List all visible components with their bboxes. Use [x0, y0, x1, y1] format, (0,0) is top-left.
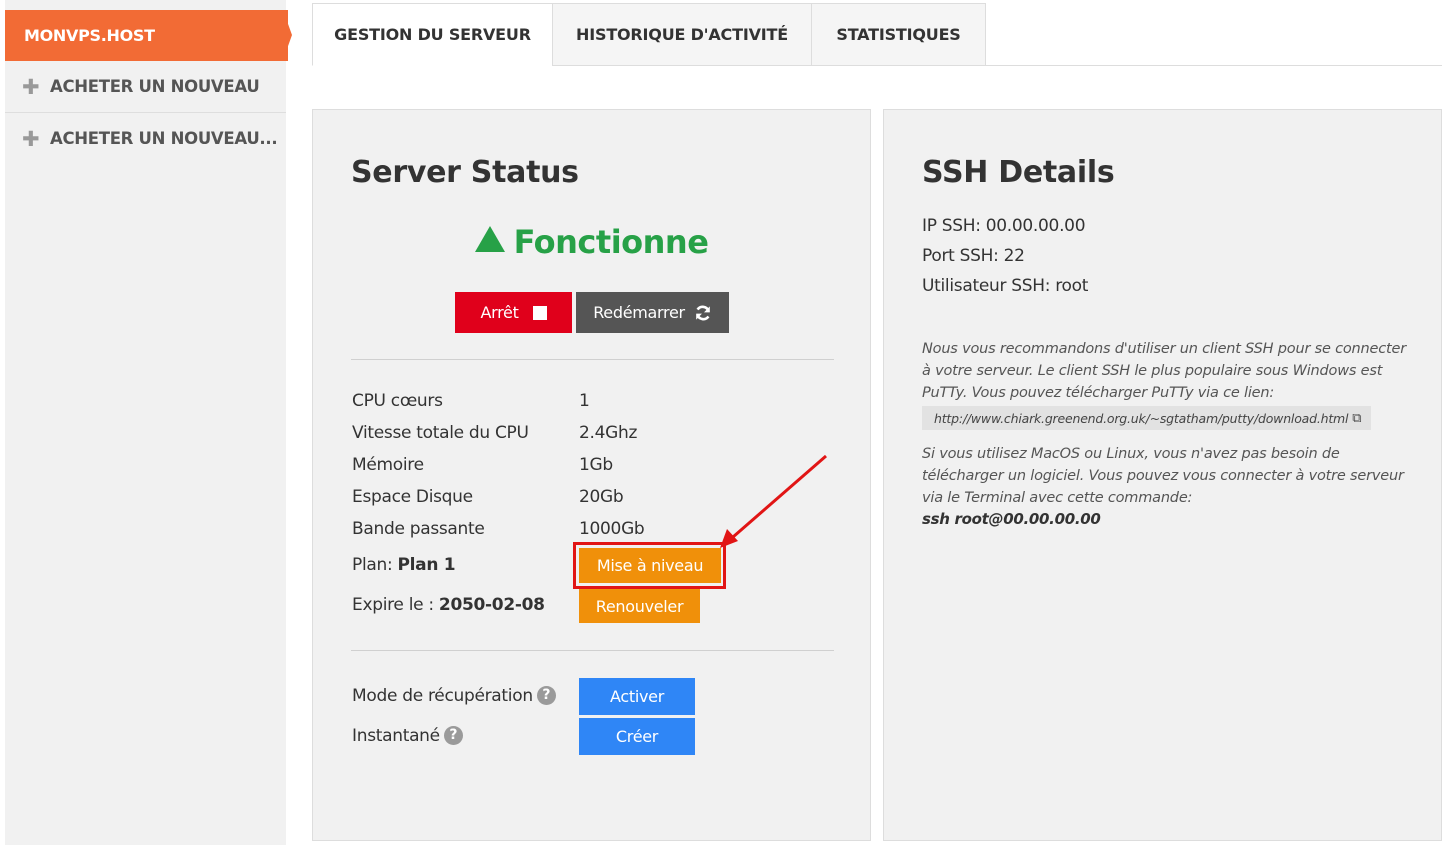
create-label: Créer [615, 727, 659, 746]
spec-label-disk: Espace Disque [352, 487, 473, 507]
sidebar: MONVPS.HOST ✚ ACHETER UN NOUVEAU ✚ ACHET… [5, 0, 288, 845]
tab-server-management[interactable]: GESTION DU SERVEUR [312, 3, 553, 66]
ssh-details-panel: SSH Details IP SSH: 00.00.00.00 Port SSH… [883, 109, 1442, 841]
ssh-note-unix: Si vous utilisez MacOS ou Linux, vous n'… [922, 446, 1404, 506]
restart-label: Redémarrer [593, 303, 685, 322]
brand-item[interactable]: MONVPS.HOST [5, 10, 288, 61]
recovery-mode-label: Mode de récupération? [352, 686, 556, 706]
plus-icon: ✚ [22, 126, 40, 151]
stop-square-icon [532, 305, 547, 320]
spec-label-bandwidth: Bande passante [352, 519, 485, 539]
spec-value-disk: 20Gb [579, 487, 624, 507]
sidebar-item-buy-new[interactable]: ✚ ACHETER UN NOUVEAU [5, 61, 286, 112]
spec-value-bandwidth: 1000Gb [579, 519, 645, 539]
refresh-icon [695, 305, 710, 320]
stop-label: Arrêt [480, 303, 519, 322]
ssh-ip: IP SSH: 00.00.00.00 [922, 216, 1086, 236]
tab-label: GESTION DU SERVEUR [334, 25, 531, 44]
renew-button[interactable]: Renouveler [579, 589, 700, 623]
sidebar-item-buy-new-2[interactable]: ✚ ACHETER UN NOUVEAU... [5, 113, 286, 164]
tab-label: STATISTIQUES [836, 25, 961, 44]
sidebar-item-label: ACHETER UN NOUVEAU [50, 77, 260, 96]
expire-value: 2050-02-08 [438, 595, 545, 615]
snapshot-label-text: Instantané [352, 726, 440, 746]
expire-row-label: Expire le : 2050-02-08 [352, 595, 545, 615]
spec-value-cpu-speed: 2.4Ghz [579, 423, 638, 443]
status-indicator: Fonctionne [313, 223, 870, 261]
tab-statistics[interactable]: STATISTIQUES [811, 3, 986, 66]
plan-row-label: Plan: Plan 1 [352, 555, 456, 575]
ssh-port: Port SSH: 22 [922, 246, 1025, 266]
plan-value: Plan 1 [397, 555, 456, 575]
panel-title: Server Status [351, 155, 579, 190]
ssh-user: Utilisateur SSH: root [922, 276, 1089, 296]
brand-label: MONVPS.HOST [24, 26, 155, 45]
activate-label: Activer [610, 687, 664, 706]
ssh-note-windows: Nous vous recommandons d'utiliser un cli… [922, 341, 1406, 401]
spec-label-memory: Mémoire [352, 455, 424, 475]
spec-value-memory: 1Gb [579, 455, 613, 475]
help-icon[interactable]: ? [536, 686, 556, 705]
create-button[interactable]: Créer [579, 718, 695, 755]
renew-label: Renouveler [595, 596, 684, 616]
ssh-command: ssh root@00.00.00.00 [922, 510, 1101, 528]
expire-label: Expire le : [352, 595, 439, 615]
triangle-up-icon [474, 226, 505, 252]
tab-activity-history[interactable]: HISTORIQUE D'ACTIVITÉ [552, 3, 812, 66]
divider [351, 650, 834, 651]
spec-value-cpu-cores: 1 [579, 391, 590, 411]
plan-label: Plan: [352, 555, 398, 575]
sidebar-item-label: ACHETER UN NOUVEAU... [50, 129, 278, 148]
brand-arrow [283, 10, 292, 60]
tab-label: HISTORIQUE D'ACTIVITÉ [576, 25, 788, 44]
recovery-label-text: Mode de récupération [352, 686, 533, 706]
panel-title: SSH Details [922, 155, 1115, 190]
status-text: Fonctionne [513, 223, 709, 261]
divider [351, 359, 834, 360]
spec-label-cpu-cores: CPU cœurs [352, 391, 443, 411]
restart-button[interactable]: Redémarrer [576, 292, 729, 333]
help-icon[interactable]: ? [443, 726, 463, 745]
activate-button[interactable]: Activer [579, 678, 695, 715]
external-link-icon: ⧉ [1352, 410, 1362, 426]
server-status-panel: Server Status Fonctionne Arrêt Redémarre… [312, 109, 871, 841]
putty-link-text: http://www.chiark.greenend.org.uk/~sgtat… [934, 410, 1349, 426]
putty-download-link[interactable]: http://www.chiark.greenend.org.uk/~sgtat… [922, 406, 1371, 430]
plus-icon: ✚ [22, 74, 40, 99]
snapshot-label: Instantané? [352, 726, 463, 746]
spec-label-cpu-speed: Vitesse totale du CPU [352, 423, 529, 443]
stop-button[interactable]: Arrêt [455, 292, 572, 333]
annotation-highlight-box [573, 542, 726, 589]
